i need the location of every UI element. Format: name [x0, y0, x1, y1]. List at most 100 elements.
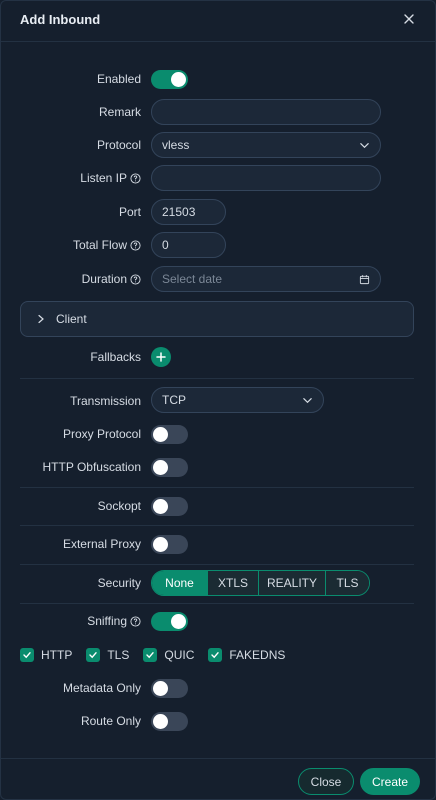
listen-ip-row: Listen IP	[1, 165, 435, 191]
switch-knob	[171, 614, 186, 629]
close-button[interactable]: Close	[298, 768, 354, 795]
route-only-row: Route Only	[1, 712, 435, 731]
check-icon	[211, 652, 220, 659]
security-option-reality[interactable]: REALITY	[259, 571, 326, 595]
sniff-option-label: QUIC	[164, 648, 195, 662]
http-obfuscation-switch[interactable]	[151, 458, 188, 477]
duration-label-text: Duration	[81, 272, 127, 286]
check-icon	[146, 652, 155, 659]
add-fallback-button[interactable]	[151, 347, 171, 367]
protocol-value: vless	[162, 138, 190, 152]
checkbox[interactable]	[208, 648, 223, 662]
sockopt-row: Sockopt	[1, 497, 435, 516]
security-option-xtls[interactable]: XTLS	[208, 571, 259, 595]
route-only-label: Route Only	[80, 714, 141, 728]
switch-knob	[171, 72, 186, 87]
sniffing-label-text: Sniffing	[87, 614, 127, 628]
switch-knob	[153, 714, 168, 729]
proxy-protocol-label: Proxy Protocol	[62, 427, 141, 441]
total-flow-row: Total Flow 0	[1, 232, 435, 258]
switch-knob	[153, 499, 168, 514]
enabled-label: Enabled	[96, 72, 141, 86]
sniff-option-tls[interactable]: TLS	[86, 648, 129, 662]
transmission-row: Transmission TCP	[1, 387, 435, 413]
metadata-only-row: Metadata Only	[1, 679, 435, 698]
switch-knob	[153, 427, 168, 442]
security-label: Security	[97, 576, 141, 590]
protocol-select[interactable]: vless	[151, 132, 381, 158]
http-obfuscation-label: HTTP Obfuscation	[42, 460, 141, 474]
remark-label: Remark	[98, 105, 141, 119]
security-option-none[interactable]: None	[152, 571, 208, 595]
question-circle-icon[interactable]	[130, 273, 141, 285]
switch-knob	[153, 460, 168, 475]
total-flow-input[interactable]: 0	[151, 232, 226, 258]
external-proxy-row: External Proxy	[1, 535, 435, 554]
calendar-icon	[359, 275, 370, 285]
divider	[20, 378, 414, 379]
checkbox[interactable]	[86, 648, 101, 662]
security-option-tls[interactable]: TLS	[326, 571, 369, 595]
sniff-option-label: TLS	[107, 648, 130, 662]
chevron-right-icon	[38, 314, 44, 324]
port-label: Port	[118, 205, 141, 219]
metadata-only-label: Metadata Only	[62, 681, 141, 695]
sniff-option-fakedns[interactable]: FAKEDNS	[208, 648, 285, 662]
checkbox[interactable]	[143, 648, 158, 662]
proxy-protocol-row: Proxy Protocol	[1, 425, 435, 444]
check-icon	[89, 652, 98, 659]
external-proxy-label: External Proxy	[62, 537, 141, 551]
external-proxy-switch[interactable]	[151, 535, 188, 554]
question-circle-icon[interactable]	[130, 239, 141, 251]
question-circle-icon[interactable]	[130, 615, 141, 627]
sniffing-options: HTTP TLS QUIC FAKEDNS	[20, 647, 299, 663]
sniff-option-http[interactable]: HTTP	[20, 648, 72, 662]
fallbacks-row: Fallbacks	[1, 347, 435, 367]
total-flow-label-text: Total Flow	[72, 238, 127, 252]
sniffing-label: Sniffing	[87, 614, 141, 628]
enabled-row: Enabled	[1, 70, 435, 89]
sniffing-row: Sniffing	[1, 612, 435, 631]
protocol-label: Protocol	[96, 138, 141, 152]
sniff-option-label: FAKEDNS	[229, 648, 286, 662]
sniffing-switch[interactable]	[151, 612, 188, 631]
enabled-switch[interactable]	[151, 70, 188, 89]
create-button[interactable]: Create	[360, 768, 420, 795]
route-only-switch[interactable]	[151, 712, 188, 731]
modal-title: Add Inbound	[20, 12, 101, 27]
client-collapse[interactable]: Client	[20, 301, 414, 337]
duration-row: Duration Select date	[1, 266, 435, 292]
http-obfuscation-row: HTTP Obfuscation	[1, 458, 435, 477]
remark-row: Remark	[1, 99, 435, 125]
sockopt-label: Sockopt	[97, 499, 141, 513]
listen-ip-label: Listen IP	[80, 171, 141, 185]
divider	[20, 564, 414, 565]
total-flow-label: Total Flow	[73, 238, 141, 252]
question-circle-icon[interactable]	[130, 172, 141, 184]
checkbox[interactable]	[20, 648, 34, 662]
duration-date-picker[interactable]: Select date	[151, 266, 381, 292]
sockopt-switch[interactable]	[151, 497, 188, 516]
chevron-down-icon	[360, 143, 369, 149]
modal-header: Add Inbound	[1, 1, 435, 42]
port-input[interactable]: 21503	[151, 199, 226, 225]
check-icon	[23, 652, 31, 659]
metadata-only-switch[interactable]	[151, 679, 188, 698]
transmission-value: TCP	[162, 393, 186, 407]
add-inbound-modal: Add Inbound Enabled Remark Protocol vles…	[0, 0, 436, 800]
switch-knob	[153, 681, 168, 696]
transmission-label: Transmission	[70, 394, 141, 408]
divider	[20, 487, 414, 488]
sniff-option-label: HTTP	[41, 648, 73, 662]
port-row: Port 21503	[1, 199, 435, 225]
close-icon[interactable]	[401, 11, 417, 27]
client-label: Client	[56, 312, 87, 326]
sniff-option-quic[interactable]: QUIC	[143, 648, 194, 662]
transmission-select[interactable]: TCP	[151, 387, 324, 413]
remark-input[interactable]	[151, 99, 381, 125]
listen-ip-input[interactable]	[151, 165, 381, 191]
security-segmented-control: None XTLS REALITY TLS	[151, 570, 370, 596]
plus-icon	[156, 352, 166, 362]
duration-label: Duration	[82, 272, 141, 286]
proxy-protocol-switch[interactable]	[151, 425, 188, 444]
